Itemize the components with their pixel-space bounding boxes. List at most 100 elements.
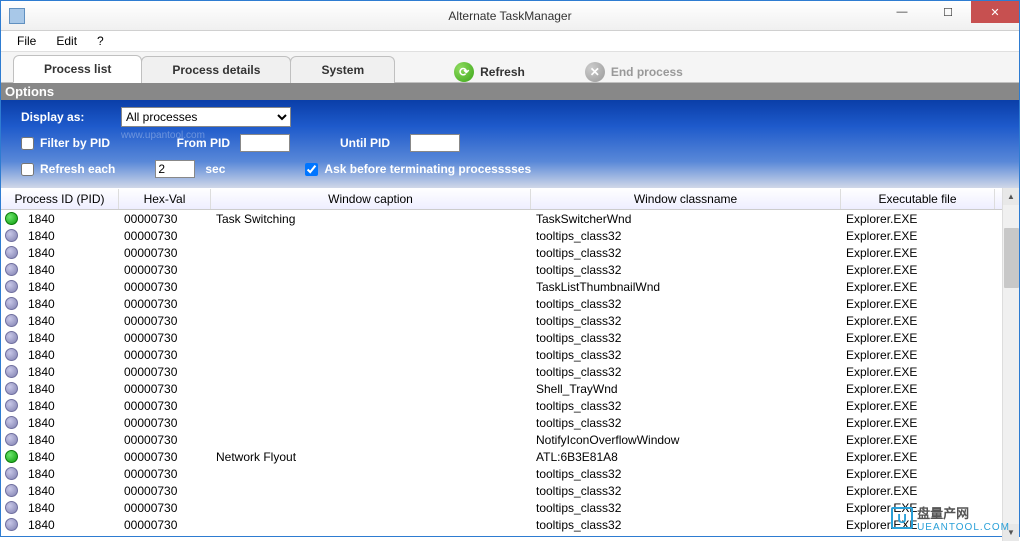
from-pid-input[interactable] — [240, 134, 290, 152]
table-row[interactable]: 184000000730tooltips_class32Explorer.EXE — [1, 227, 1002, 244]
cell-caption: Task Switching — [210, 212, 530, 226]
menu-file[interactable]: File — [9, 32, 44, 50]
cell-pid: 1840 — [22, 229, 118, 243]
cell-hex: 00000730 — [118, 280, 210, 294]
options-panel: Display as: All processes www.upantool.c… — [1, 100, 1019, 188]
status-icon — [5, 501, 18, 514]
status-icon — [5, 467, 18, 480]
sec-label: sec — [205, 162, 225, 176]
cell-hex: 00000730 — [118, 450, 210, 464]
tab-process-list[interactable]: Process list — [13, 55, 142, 83]
display-as-label: Display as: — [21, 110, 111, 124]
tab-system[interactable]: System — [290, 56, 395, 83]
cell-exe: Explorer.EXE — [840, 382, 994, 396]
cell-classname: tooltips_class32 — [530, 348, 840, 362]
vertical-scrollbar[interactable]: ▲ ▼ — [1002, 188, 1019, 541]
table-row[interactable]: 184000000730tooltips_class32Explorer.EXE — [1, 482, 1002, 499]
status-icon — [5, 433, 18, 446]
refresh-each-input[interactable] — [21, 163, 34, 176]
refresh-icon: ⟳ — [454, 62, 474, 82]
cell-classname: tooltips_class32 — [530, 314, 840, 328]
cell-pid: 1840 — [22, 314, 118, 328]
table-row[interactable]: 184000000730tooltips_class32Explorer.EXE — [1, 261, 1002, 278]
status-icon — [5, 246, 18, 259]
cell-classname: tooltips_class32 — [530, 263, 840, 277]
cell-exe: Explorer.EXE — [840, 348, 994, 362]
cell-exe: Explorer.EXE — [840, 280, 994, 294]
display-as-select[interactable]: All processes — [121, 107, 291, 127]
table-row[interactable]: 184000000730Task SwitchingTaskSwitcherWn… — [1, 210, 1002, 227]
end-process-button[interactable]: ✕ End process — [585, 62, 683, 82]
table-row[interactable]: 184000000730Network FlyoutATL:6B3E81A8Ex… — [1, 448, 1002, 465]
table-header: Process ID (PID) Hex-Val Window caption … — [1, 188, 1002, 210]
status-icon — [5, 229, 18, 242]
filter-by-pid-checkbox[interactable]: Filter by PID — [21, 136, 110, 150]
window-title: Alternate TaskManager — [448, 9, 571, 23]
cell-pid: 1840 — [22, 467, 118, 481]
refresh-button[interactable]: ⟳ Refresh — [454, 62, 525, 82]
cell-pid: 1840 — [22, 501, 118, 515]
table-row[interactable]: 184000000730tooltips_class32Explorer.EXE — [1, 414, 1002, 431]
minimize-button[interactable]: — — [879, 1, 925, 23]
scroll-thumb[interactable] — [1004, 228, 1019, 288]
table-row[interactable]: 184000000730tooltips_class32Explorer.EXE — [1, 465, 1002, 482]
cell-pid: 1840 — [22, 331, 118, 345]
cell-hex: 00000730 — [118, 331, 210, 345]
status-icon — [5, 263, 18, 276]
cell-hex: 00000730 — [118, 365, 210, 379]
cell-classname: tooltips_class32 — [530, 484, 840, 498]
filter-by-pid-label: Filter by PID — [40, 136, 110, 150]
table-row[interactable]: 184000000730tooltips_class32Explorer.EXE — [1, 363, 1002, 380]
table-row[interactable]: 184000000730tooltips_class32Explorer.EXE — [1, 312, 1002, 329]
status-icon — [5, 450, 18, 463]
cell-pid: 1840 — [22, 399, 118, 413]
status-icon — [5, 331, 18, 344]
cell-exe: Explorer.EXE — [840, 229, 994, 243]
table-row[interactable]: 184000000730Shell_TrayWndExplorer.EXE — [1, 380, 1002, 397]
close-button[interactable]: ✕ — [971, 1, 1019, 23]
end-process-icon: ✕ — [585, 62, 605, 82]
table-row[interactable]: 184000000730TaskListThumbnailWndExplorer… — [1, 278, 1002, 295]
cell-classname: tooltips_class32 — [530, 467, 840, 481]
cell-pid: 1840 — [22, 365, 118, 379]
column-classname[interactable]: Window classname — [531, 189, 841, 209]
column-pid[interactable]: Process ID (PID) — [1, 189, 119, 209]
cell-classname: TaskSwitcherWnd — [530, 212, 840, 226]
scroll-down-arrow[interactable]: ▼ — [1003, 524, 1019, 541]
table-row[interactable]: 184000000730tooltips_class32Explorer.EXE — [1, 499, 1002, 516]
cell-exe: Explorer.EXE — [840, 399, 994, 413]
table-row[interactable]: 184000000730NotifyIconOverflowWindowExpl… — [1, 431, 1002, 448]
filter-by-pid-input[interactable] — [21, 137, 34, 150]
refresh-label: Refresh — [480, 65, 525, 79]
refresh-each-label: Refresh each — [40, 162, 115, 176]
table-row[interactable]: 184000000730tooltips_class32Explorer.EXE — [1, 329, 1002, 346]
options-header: Options — [1, 83, 1019, 100]
cell-pid: 1840 — [22, 416, 118, 430]
refresh-seconds-input[interactable] — [155, 160, 195, 178]
tab-process-details[interactable]: Process details — [141, 56, 291, 83]
refresh-each-checkbox[interactable]: Refresh each — [21, 162, 115, 176]
column-hex[interactable]: Hex-Val — [119, 189, 211, 209]
table-row[interactable]: 184000000730tooltips_class32Explorer.EXE — [1, 244, 1002, 261]
cell-exe: Explorer.EXE — [840, 246, 994, 260]
table-row[interactable]: 184000000730tooltips_class32Explorer.EXE — [1, 397, 1002, 414]
cell-hex: 00000730 — [118, 297, 210, 311]
cell-hex: 00000730 — [118, 314, 210, 328]
cell-hex: 00000730 — [118, 246, 210, 260]
cell-pid: 1840 — [22, 263, 118, 277]
column-caption[interactable]: Window caption — [211, 189, 531, 209]
table-row[interactable]: 184000000730tooltips_class32Explorer.EXE — [1, 516, 1002, 533]
cell-hex: 00000730 — [118, 263, 210, 277]
menu-help[interactable]: ? — [89, 32, 112, 50]
status-icon — [5, 399, 18, 412]
table-row[interactable]: 184000000730tooltips_class32Explorer.EXE — [1, 295, 1002, 312]
table-row[interactable]: 184000000730tooltips_class32Explorer.EXE — [1, 346, 1002, 363]
column-exe[interactable]: Executable file — [841, 189, 995, 209]
cell-exe: Explorer.EXE — [840, 484, 994, 498]
ask-before-input[interactable] — [305, 163, 318, 176]
maximize-button[interactable]: ☐ — [925, 1, 971, 23]
scroll-up-arrow[interactable]: ▲ — [1003, 188, 1019, 205]
until-pid-input[interactable] — [410, 134, 460, 152]
menu-edit[interactable]: Edit — [48, 32, 85, 50]
ask-before-checkbox[interactable]: Ask before terminating processsses — [305, 162, 531, 176]
